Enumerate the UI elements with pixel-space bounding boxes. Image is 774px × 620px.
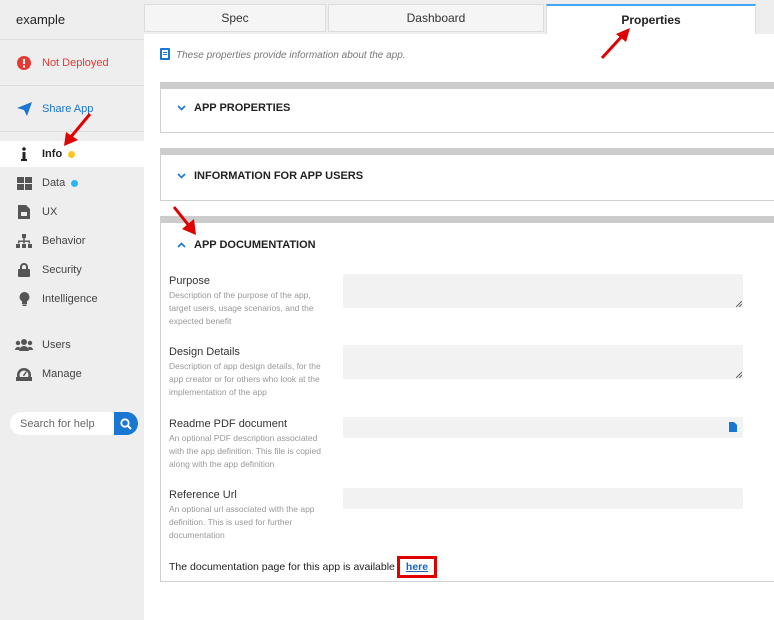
chevron-up-icon <box>175 242 187 248</box>
section-app-properties: APP PROPERTIES <box>160 82 774 133</box>
annotation-arrow <box>600 28 630 60</box>
sidebar-item-label: UX <box>42 206 58 218</box>
send-icon <box>15 100 33 118</box>
section-app-documentation: APP DOCUMENTATION Purpose Description of… <box>160 216 774 582</box>
reference-url-label: Reference Url <box>169 489 237 501</box>
design-details-description: Description of app design details, for t… <box>169 361 321 397</box>
chevron-down-icon <box>175 173 187 179</box>
sidebar-item-label: Info <box>42 148 63 160</box>
grid-icon <box>15 174 33 192</box>
search-button[interactable] <box>114 412 138 435</box>
section-title: APP PROPERTIES <box>194 102 291 114</box>
section-title: INFORMATION FOR APP USERS <box>194 170 364 182</box>
tab-spec[interactable]: Spec <box>144 4 326 32</box>
status-dot <box>71 179 79 187</box>
divider <box>0 85 144 86</box>
dashboard-icon <box>15 365 33 383</box>
readme-pdf-description: An optional PDF description associated w… <box>169 433 321 469</box>
sidebar-item-label: Behavior <box>42 235 86 247</box>
search-icon <box>120 417 132 430</box>
section-info-for-app-users: INFORMATION FOR APP USERS <box>160 148 774 201</box>
hierarchy-icon <box>15 232 33 250</box>
purpose-description: Description of the purpose of the app, t… <box>169 290 314 326</box>
section-header-app-properties[interactable]: APP PROPERTIES <box>175 102 290 114</box>
design-details-label: Design Details <box>169 346 240 358</box>
sidebar-item-label: Not Deployed <box>42 57 109 69</box>
resize-grip-icon <box>736 301 742 307</box>
design-details-textarea[interactable] <box>343 345 743 379</box>
tab-properties[interactable]: Properties <box>546 4 756 34</box>
section-header-app-documentation[interactable]: APP DOCUMENTATION <box>175 239 316 251</box>
sidebar-item-security[interactable]: Security <box>0 257 144 283</box>
readme-pdf-input[interactable] <box>343 417 743 438</box>
documentation-here-link[interactable]: here <box>396 556 438 578</box>
readme-pdf-label: Readme PDF document <box>169 418 287 430</box>
sidebar: example Not Deployed Share App Info Data… <box>0 0 144 620</box>
annotation-arrow <box>64 113 92 146</box>
help-search <box>10 412 138 435</box>
sidebar-item-intelligence[interactable]: Intelligence <box>0 286 144 312</box>
sidebar-item-label: Users <box>42 339 71 351</box>
purpose-label: Purpose <box>169 275 210 287</box>
reference-url-input[interactable] <box>343 488 743 509</box>
annotation-arrow <box>172 206 196 235</box>
info-line: These properties provide information abo… <box>160 48 406 63</box>
sidebar-item-label: Data <box>42 177 66 189</box>
users-icon <box>15 336 33 354</box>
info-text: These properties provide information abo… <box>176 50 406 61</box>
status-dot <box>68 150 76 158</box>
reference-url-description: An optional url associated with the app … <box>169 504 315 540</box>
tab-dashboard[interactable]: Dashboard <box>328 4 544 32</box>
documentation-text: The documentation page for this app is a… <box>169 561 395 573</box>
divider <box>0 39 144 40</box>
search-input[interactable] <box>10 417 114 430</box>
sidebar-item-behavior[interactable]: Behavior <box>0 228 144 254</box>
lock-icon <box>15 261 33 279</box>
purpose-textarea[interactable] <box>343 274 743 308</box>
tab-bar: Spec Dashboard Properties <box>144 0 774 34</box>
sidebar-item-not-deployed[interactable]: Not Deployed <box>0 50 144 76</box>
alert-icon <box>15 54 33 72</box>
sidebar-item-label: Security <box>42 264 82 276</box>
chevron-down-icon <box>175 105 187 111</box>
app-title: example <box>16 12 66 27</box>
file-icon[interactable] <box>729 422 737 432</box>
ux-icon <box>15 203 33 221</box>
sidebar-item-manage[interactable]: Manage <box>0 361 144 387</box>
resize-grip-icon <box>736 372 742 378</box>
sidebar-item-label: Manage <box>42 368 82 380</box>
sidebar-item-data[interactable]: Data <box>0 170 144 196</box>
bulb-icon <box>15 290 33 308</box>
sidebar-item-label: Intelligence <box>42 293 98 305</box>
book-icon <box>160 48 170 63</box>
sidebar-item-users[interactable]: Users <box>0 332 144 358</box>
info-icon <box>15 145 33 163</box>
documentation-line: The documentation page for this app is a… <box>169 556 438 578</box>
section-header-info-for-app-users[interactable]: INFORMATION FOR APP USERS <box>175 170 363 182</box>
section-title: APP DOCUMENTATION <box>194 239 316 251</box>
sidebar-item-ux[interactable]: UX <box>0 199 144 225</box>
